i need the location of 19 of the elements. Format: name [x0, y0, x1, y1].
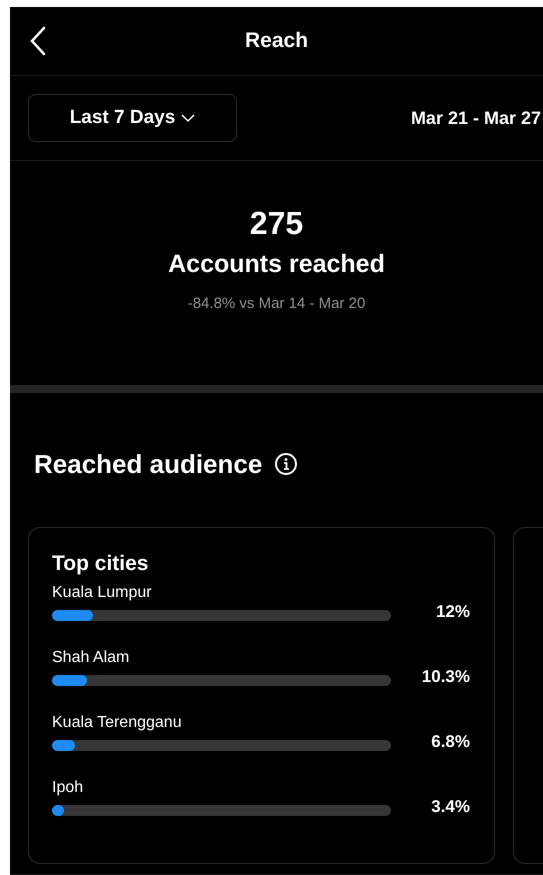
city-name: Ipoh [52, 779, 84, 797]
reach-count: 275 [250, 205, 304, 242]
back-icon[interactable] [28, 25, 48, 57]
percentage: 12% [436, 602, 470, 622]
city-name: Shah Alam [52, 649, 130, 667]
reach-label: Accounts reached [168, 250, 385, 279]
city-name: Kuala Lumpur [52, 584, 152, 602]
info-icon[interactable] [274, 452, 298, 476]
screen-title: Reach [244, 29, 308, 53]
period-dropdown[interactable]: Last 7 Days [28, 94, 237, 142]
city-name: Kuala Terengganu [52, 714, 182, 732]
comparison-text: -84.8% vs Mar 14 - Mar 20 [188, 295, 366, 312]
card-title: Top cities [52, 552, 148, 576]
percentage: 3.4% [431, 797, 470, 817]
section-title: Reached audience [34, 448, 262, 480]
date-range: Mar 21 - Mar 27 [410, 108, 541, 128]
chevron-down-icon [181, 114, 196, 122]
percentage: 10.3% [422, 667, 470, 687]
percentage: 6.8% [431, 732, 470, 752]
